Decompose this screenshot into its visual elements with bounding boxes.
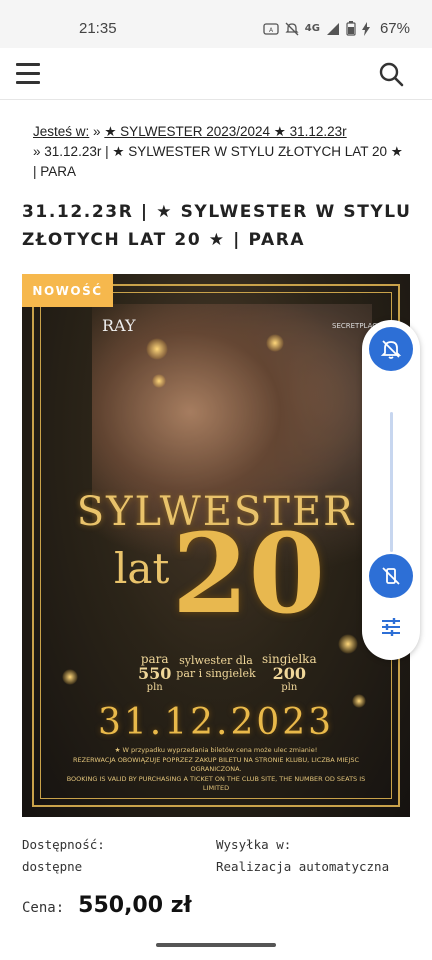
poster-lat: lat: [114, 544, 170, 593]
breadcrumb-home-link[interactable]: Jesteś w:: [33, 124, 89, 139]
gesture-nav-bar: [0, 930, 432, 960]
shipping-value: Realizacja automatyczna: [216, 859, 390, 874]
poster-pair-value: 550: [138, 664, 172, 683]
poster-sparkle: [266, 334, 284, 352]
shipping-label: Wysyłka w:: [216, 837, 292, 852]
page-title: 31.12.23R | ★ SYLWESTER W STYLU ZŁOTYCH …: [22, 202, 412, 250]
poster-sparkle: [338, 634, 358, 654]
hamburger-icon[interactable]: [16, 63, 40, 85]
poster-single-value: 200: [272, 664, 306, 683]
price-value: 550,00 zł: [78, 893, 192, 918]
price-row: Cena: 550,00 zł: [22, 893, 192, 918]
new-badge: NOWOŚĆ: [22, 274, 113, 307]
poster-single-price: singielka 200 pln: [262, 652, 317, 693]
poster-note: BOOKING IS VALID BY PURCHASING A TICKET …: [66, 775, 366, 792]
poster-logo-left: RAY: [102, 316, 136, 335]
poster-note: ★ W przypadku wyprzedania biletów cena m…: [114, 746, 318, 754]
availability-value: dostępne: [22, 859, 83, 874]
battery-percent: 67%: [379, 20, 410, 37]
network-label: 4G: [304, 23, 320, 34]
poster-single-unit: pln: [281, 682, 298, 693]
home-handle[interactable]: [156, 943, 276, 947]
poster-number: 20: [172, 509, 326, 638]
poster-note: REZERWACJA OBOWIĄZUJE POPRZEZ ZAKUP BILE…: [73, 756, 359, 773]
product-image[interactable]: RAY SECRETPLACE SYLWESTER lat 20 para 55…: [22, 274, 410, 817]
mute-icon: [285, 22, 299, 35]
breadcrumb-sep: »: [93, 124, 101, 139]
breadcrumb-current: 31.12.23r | ★ SYLWESTER W STYLU ZŁOTYCH …: [33, 144, 403, 179]
poster-sparkle: [152, 374, 166, 388]
svg-text:A: A: [269, 27, 274, 34]
bell-off-icon[interactable]: [369, 327, 413, 371]
poster-pair-price: para 550 pln: [138, 652, 171, 693]
breadcrumb: Jesteś w: » ★ SYLWESTER 2023/2024 ★ 31.1…: [33, 122, 403, 182]
poster-sparkle: [146, 338, 168, 360]
top-bar: [0, 48, 432, 100]
battery-icon: [346, 21, 356, 36]
equalizer-icon[interactable]: [380, 616, 402, 638]
signal-icon: [326, 22, 339, 35]
volume-slider-track[interactable]: [390, 412, 393, 552]
auto-icon: A: [263, 22, 279, 35]
poster-pair-unit: pln: [146, 682, 163, 693]
volume-panel: [362, 320, 420, 660]
availability-block: Dostępność: dostępne: [22, 834, 105, 878]
price-label: Cena:: [22, 900, 65, 916]
breadcrumb-category-link[interactable]: ★ SYLWESTER 2023/2024 ★ 31.12.23r: [104, 124, 346, 139]
charging-icon: [361, 21, 370, 36]
status-time: 21:35: [79, 20, 117, 37]
poster-date: 31.12.2023: [97, 702, 335, 743]
status-bar: 21:35 A 4G 67%: [0, 0, 432, 48]
poster-sparkle: [62, 669, 78, 685]
availability-label: Dostępność:: [22, 837, 105, 852]
poster-middle-text: sylwester dla par i singielek: [176, 654, 256, 680]
shipping-block: Wysyłka w: Realizacja automatyczna: [216, 834, 389, 878]
status-icons: A 4G 67%: [263, 20, 410, 37]
breadcrumb-sep: »: [33, 144, 41, 159]
vibrate-off-icon[interactable]: [369, 554, 413, 598]
search-icon[interactable]: [378, 61, 404, 87]
